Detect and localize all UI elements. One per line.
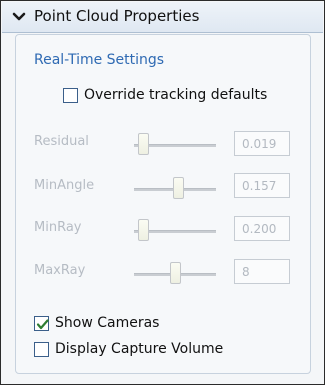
minangle-value-field[interactable]: 0.157 <box>234 173 290 198</box>
properties-window: Point Cloud Properties Real-Time Setting… <box>0 0 325 385</box>
show-cameras-row[interactable]: Show Cameras <box>34 315 159 331</box>
override-tracking-checkbox[interactable] <box>63 87 78 103</box>
checkmark-icon <box>36 318 49 329</box>
section-title: Point Cloud Properties <box>34 7 200 25</box>
override-tracking-label: Override tracking defaults <box>84 87 268 103</box>
maxray-slider-thumb[interactable] <box>169 262 181 284</box>
group-title: Real-Time Settings <box>34 52 165 68</box>
minray-value-field[interactable]: 0.200 <box>234 216 290 241</box>
override-tracking-row[interactable]: Override tracking defaults <box>63 87 267 103</box>
minray-label: MinRay <box>34 220 82 235</box>
show-cameras-label: Show Cameras <box>55 315 160 331</box>
chevron-down-icon[interactable] <box>12 11 26 23</box>
maxray-value: 8 <box>242 264 250 279</box>
capture-volume-label: Display Capture Volume <box>55 341 224 357</box>
residual-slider-thumb[interactable] <box>137 133 149 155</box>
minangle-value: 0.157 <box>242 178 277 193</box>
show-cameras-checkbox[interactable] <box>34 315 49 331</box>
capture-volume-row[interactable]: Display Capture Volume <box>34 341 223 357</box>
residual-value: 0.019 <box>242 136 277 151</box>
minray-value: 0.200 <box>242 221 277 236</box>
maxray-value-field[interactable]: 8 <box>234 259 290 284</box>
section-header[interactable]: Point Cloud Properties <box>2 2 323 33</box>
minangle-slider-thumb[interactable] <box>173 177 185 199</box>
minangle-label: MinAngle <box>34 178 95 193</box>
capture-volume-checkbox[interactable] <box>34 341 49 357</box>
minray-slider-thumb[interactable] <box>137 219 149 241</box>
residual-label: Residual <box>34 134 89 149</box>
residual-value-field[interactable]: 0.019 <box>234 131 290 156</box>
maxray-label: MaxRay <box>34 263 86 278</box>
